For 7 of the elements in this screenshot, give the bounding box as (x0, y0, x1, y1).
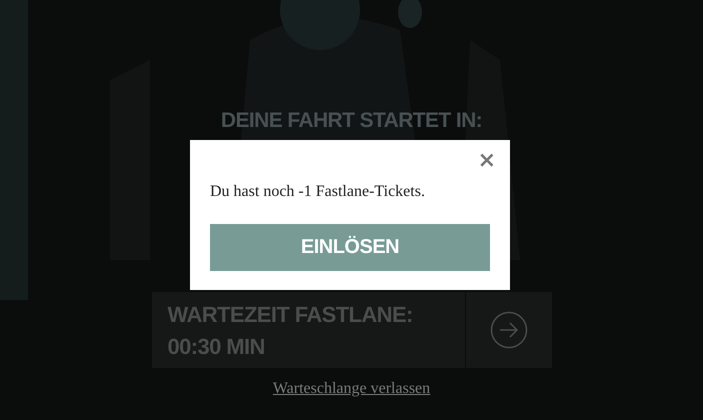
heading: DEINE FAHRT STARTET IN: (220, 108, 482, 134)
redeem-button[interactable]: EINLÖSEN (210, 224, 490, 271)
leave-queue-link[interactable]: Warteschlange verlassen (272, 380, 430, 398)
arrow-circle-icon (490, 311, 528, 349)
dialog-message: Du hast noch -1 Fastlane-Tickets. (210, 182, 425, 202)
close-button[interactable]: × (478, 148, 496, 174)
next-button[interactable] (466, 292, 552, 368)
